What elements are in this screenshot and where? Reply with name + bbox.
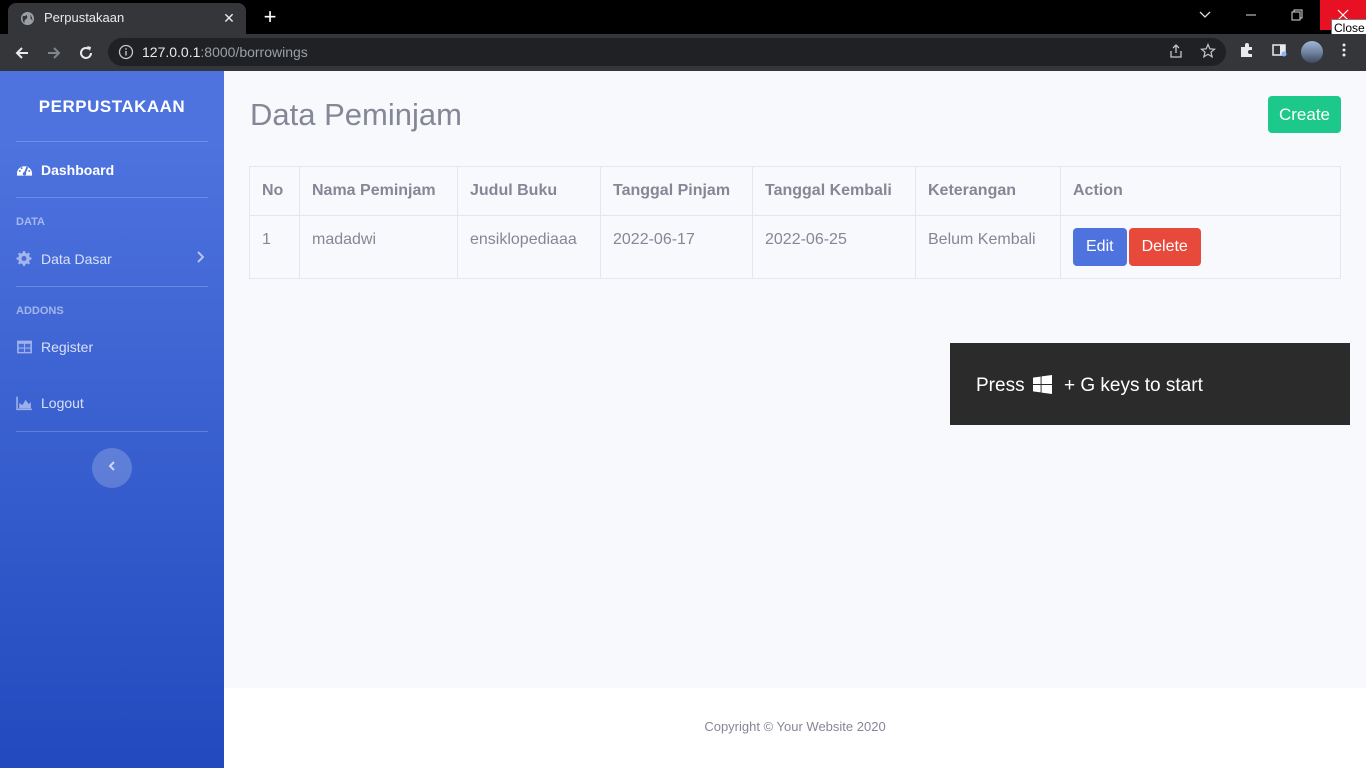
cell-pinjam: 2022-06-17: [600, 215, 753, 279]
cell-nama: madadwi: [299, 215, 458, 279]
browser-toolbar: 127.0.0.1:8000/borrowings: [0, 34, 1366, 71]
table-icon: [17, 340, 32, 354]
column-header-nama: Nama Peminjam: [299, 166, 458, 216]
copyright-text: Copyright © Your Website 2020: [704, 719, 886, 734]
sidebar-heading-data: DATA: [16, 216, 45, 228]
url-host: 127.0.0.1: [142, 44, 201, 60]
tab-close-icon[interactable]: ✕: [220, 9, 238, 27]
sidebar-item-label: Logout: [41, 395, 84, 411]
sidebar-heading-addons: ADDONS: [16, 305, 64, 317]
sidebar-item-register[interactable]: Register: [16, 336, 208, 360]
create-button[interactable]: Create: [1268, 96, 1341, 133]
sidebar-divider: [16, 286, 208, 287]
sidebar-divider: [16, 197, 208, 198]
sidebar-item-label: Register: [41, 339, 94, 355]
cell-judul: ensiklopediaaa: [457, 215, 601, 279]
cell-kembali: 2022-06-25: [752, 215, 916, 279]
star-icon[interactable]: [1199, 42, 1217, 61]
chevron-left-icon: [108, 461, 115, 471]
borrowings-table: No Nama Peminjam Judul Buku Tanggal Pinj…: [249, 166, 1341, 279]
area-chart-icon: [16, 396, 32, 411]
table-header-row: No Nama Peminjam Judul Buku Tanggal Pinj…: [249, 166, 1341, 216]
delete-button[interactable]: Delete: [1128, 228, 1201, 266]
column-header-keterangan: Keterangan: [915, 166, 1061, 216]
game-bar-press-text: Press: [976, 375, 1025, 396]
forward-arrow-icon[interactable]: [40, 39, 68, 67]
sidebar-item-data-dasar[interactable]: Data Dasar: [16, 248, 208, 272]
column-header-action: Action: [1060, 166, 1341, 216]
game-bar-hint-text: + G keys to start: [1064, 375, 1203, 396]
edit-button[interactable]: Edit: [1073, 228, 1127, 266]
restore-button[interactable]: [1274, 0, 1320, 30]
url-text: 127.0.0.1:8000/borrowings: [142, 44, 308, 60]
new-tab-button[interactable]: +: [258, 4, 282, 30]
sidebar: PERPUSTAKAAN Dashboard DATA Data Dasar A…: [0, 71, 224, 768]
sidebar-item-logout[interactable]: Logout: [16, 392, 208, 416]
column-header-kembali: Tanggal Kembali: [752, 166, 916, 216]
sidebar-divider: [16, 431, 208, 432]
browser-tab[interactable]: Perpustakaan ✕: [8, 3, 246, 34]
globe-icon: [20, 11, 35, 26]
browser-titlebar: Perpustakaan ✕ + Close: [0, 0, 1366, 37]
share-icon[interactable]: [1167, 43, 1185, 61]
profile-avatar[interactable]: [1301, 41, 1323, 63]
sidebar-brand[interactable]: PERPUSTAKAAN: [0, 97, 224, 117]
sidebar-item-label: Dashboard: [41, 162, 115, 178]
side-panel-icon[interactable]: [1268, 42, 1290, 64]
tachometer-icon: [16, 166, 33, 176]
url-path: :8000/borrowings: [200, 44, 308, 60]
cell-no: 1: [249, 215, 300, 279]
tab-title: Perpustakaan: [44, 10, 125, 25]
tab-search-icon[interactable]: [1182, 0, 1228, 30]
column-header-pinjam: Tanggal Pinjam: [600, 166, 753, 216]
kebab-menu-icon[interactable]: [1333, 42, 1355, 64]
sidebar-item-label: Data Dasar: [41, 251, 112, 267]
page-title: Data Peminjam: [250, 97, 462, 132]
sidebar-item-dashboard[interactable]: Dashboard: [16, 159, 208, 183]
back-arrow-icon[interactable]: [8, 39, 36, 67]
chevron-right-icon: [196, 251, 205, 266]
sidebar-divider: [16, 141, 208, 142]
footer: Copyright © Your Website 2020: [224, 688, 1366, 768]
cell-keterangan: Belum Kembali: [915, 215, 1061, 279]
table-row: 1 madadwi ensiklopediaaa 2022-06-17 2022…: [249, 215, 1341, 279]
game-bar-notification: Press + G keys to start: [950, 343, 1350, 425]
windows-logo-icon: [1033, 375, 1052, 394]
reload-icon[interactable]: [72, 39, 100, 67]
cell-action: Edit Delete: [1060, 215, 1341, 279]
column-header-judul: Judul Buku: [457, 166, 601, 216]
info-icon[interactable]: [118, 44, 134, 60]
cog-icon: [16, 251, 32, 267]
minimize-button[interactable]: [1228, 0, 1274, 30]
column-header-no: No: [249, 166, 300, 216]
sidebar-toggle-button[interactable]: [92, 448, 132, 488]
extensions-icon[interactable]: [1236, 42, 1258, 64]
address-bar[interactable]: 127.0.0.1:8000/borrowings: [108, 38, 1226, 66]
